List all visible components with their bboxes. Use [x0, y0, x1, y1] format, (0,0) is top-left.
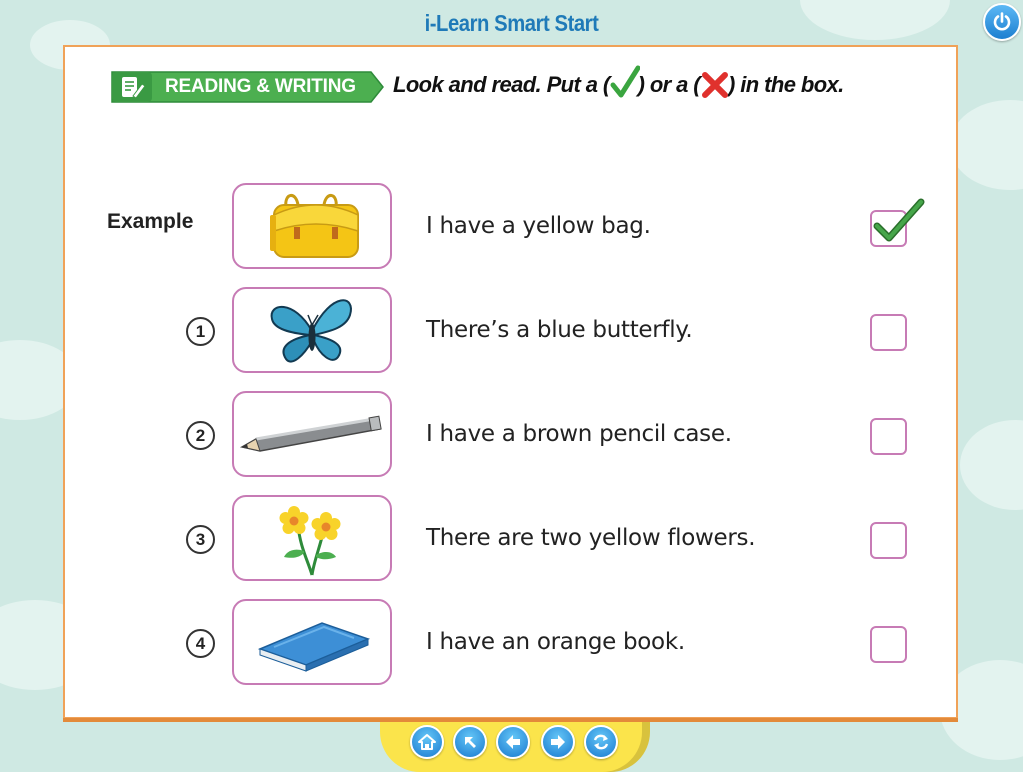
bg-cloud	[950, 100, 1023, 190]
example-label: Example	[107, 210, 194, 233]
item-2-picture-frame	[232, 391, 392, 477]
item-3-answer-box[interactable]	[870, 522, 907, 559]
item-3-picture-frame	[232, 495, 392, 581]
item-number-3: 3	[186, 525, 215, 554]
item-number-2: 2	[186, 421, 215, 450]
arrow-up-left-icon	[465, 737, 476, 748]
app-title: i-Learn Smart Start	[424, 10, 599, 36]
instruction-text: Look and read. Put a ( ) or a ( ) in the b…	[393, 65, 844, 103]
next-button[interactable]	[541, 725, 575, 759]
check-mark-icon	[873, 198, 925, 242]
item-1-answer-box[interactable]	[870, 314, 907, 351]
example-picture-frame	[232, 183, 392, 269]
example-sentence: I have a yellow bag.	[426, 213, 651, 239]
cross-mark-icon	[700, 65, 729, 99]
item-2-sentence: I have a brown pencil case.	[426, 421, 732, 447]
exercise-panel: READING & WRITING Look and read. Put a (…	[63, 45, 958, 719]
pencil-paper-icon	[122, 77, 146, 99]
item-1-picture-frame	[232, 287, 392, 373]
blue-butterfly-image	[270, 299, 352, 363]
yellow-flowers-image	[279, 506, 341, 576]
arrow-right-icon	[551, 735, 565, 749]
home-button[interactable]	[410, 725, 444, 759]
reload-icon	[593, 734, 609, 750]
bg-cloud	[960, 420, 1023, 510]
up-button[interactable]	[453, 725, 487, 759]
blue-book-image	[257, 622, 371, 672]
instruction-part2: ) or a (	[637, 71, 701, 97]
check-mark-icon	[610, 65, 641, 99]
section-tag-label: READING & WRITING	[165, 76, 356, 97]
item-4-sentence: I have an orange book.	[426, 629, 685, 655]
item-3-sentence: There are two yellow flowers.	[426, 525, 756, 551]
yellow-bag-image	[270, 194, 359, 258]
home-icon	[418, 734, 436, 750]
item-4-answer-box[interactable]	[870, 626, 907, 663]
section-tag: READING & WRITING	[109, 68, 384, 106]
item-number-1: 1	[186, 317, 215, 346]
arrow-left-icon	[506, 735, 520, 749]
item-4-picture-frame	[232, 599, 392, 685]
instruction-part3: ) in the box.	[728, 71, 844, 97]
power-icon	[993, 12, 1011, 31]
item-2-answer-box[interactable]	[870, 418, 907, 455]
reload-button[interactable]	[584, 725, 618, 759]
back-button[interactable]	[496, 725, 530, 759]
example-answer-box	[870, 198, 925, 247]
item-1-sentence: There’s a blue butterfly.	[426, 317, 693, 343]
grey-pencil-image	[239, 415, 382, 452]
power-button[interactable]	[983, 3, 1021, 41]
instruction-part1: Look and read. Put a (	[393, 71, 610, 97]
item-number-4: 4	[186, 629, 215, 658]
